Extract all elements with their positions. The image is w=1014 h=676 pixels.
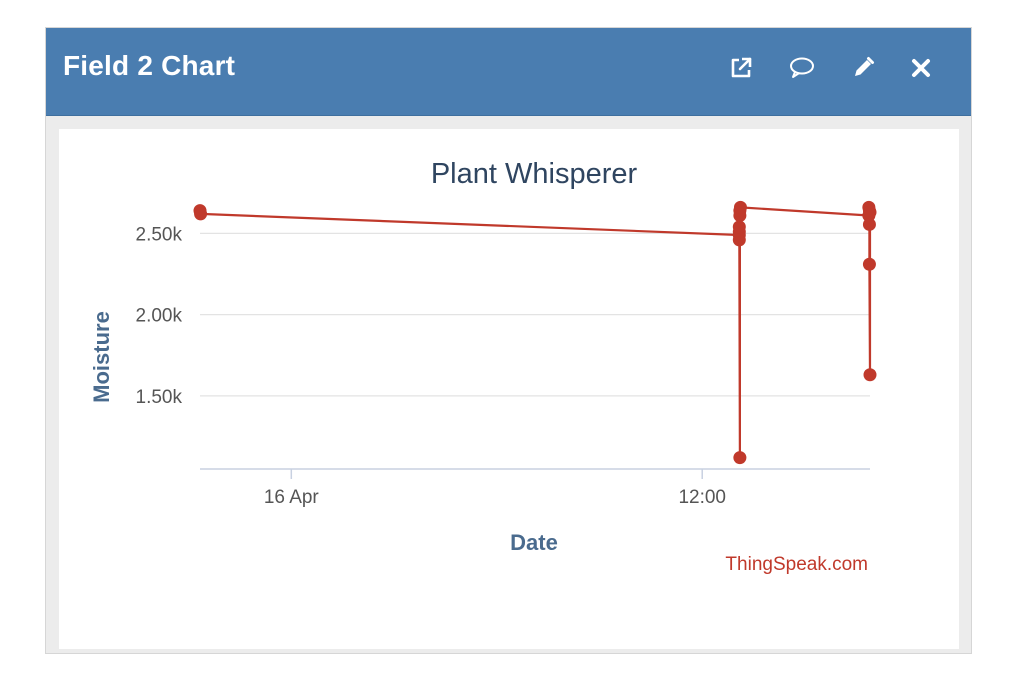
y-tick-label: 2.50k	[136, 224, 183, 245]
chart-svg: 16 Apr 12:00 1.50k 2.00k 2.50k Plant Whispe…	[89, 158, 877, 575]
x-axis-label: Date	[510, 530, 558, 555]
data-point[interactable]	[733, 200, 747, 214]
grid	[200, 232, 870, 397]
x-tick-label: 16 Apr	[264, 487, 320, 508]
data-point[interactable]	[862, 217, 876, 231]
close-icon[interactable]	[907, 54, 935, 82]
data-point[interactable]	[194, 207, 208, 221]
edit-icon[interactable]	[849, 54, 877, 82]
x-tick-label: 12:00	[678, 487, 726, 508]
data-point[interactable]	[732, 220, 746, 234]
series-line	[198, 206, 872, 459]
widget-title: Field 2 Chart	[63, 50, 236, 81]
open-external-icon[interactable]	[727, 54, 755, 82]
data-point[interactable]	[863, 368, 877, 382]
y-tick-label: 2.00k	[136, 306, 183, 327]
chart-panel: 16 Apr 12:00 1.50k 2.00k 2.50k Plant Whispe…	[59, 129, 959, 649]
data-points	[193, 200, 877, 465]
y-axis-ticks: 1.50k 2.00k 2.50k	[136, 224, 183, 408]
comment-icon[interactable]	[788, 54, 816, 82]
chart-widget: Field 2 Chart 16 Apr 12:00 1.50k 2.00k 2…	[45, 27, 972, 654]
data-point[interactable]	[863, 205, 877, 219]
widget-header: Field 2 Chart	[46, 28, 971, 116]
x-axis-ticks: 16 Apr 12:00	[264, 469, 726, 508]
credit-link[interactable]: ThingSpeak.com	[725, 554, 868, 575]
data-point[interactable]	[733, 451, 747, 465]
series-line-group	[198, 206, 872, 459]
chart-title: Plant Whisperer	[431, 158, 638, 190]
y-tick-label: 1.50k	[136, 387, 183, 408]
y-axis-label: Moisture	[89, 311, 114, 403]
data-point[interactable]	[862, 257, 876, 271]
